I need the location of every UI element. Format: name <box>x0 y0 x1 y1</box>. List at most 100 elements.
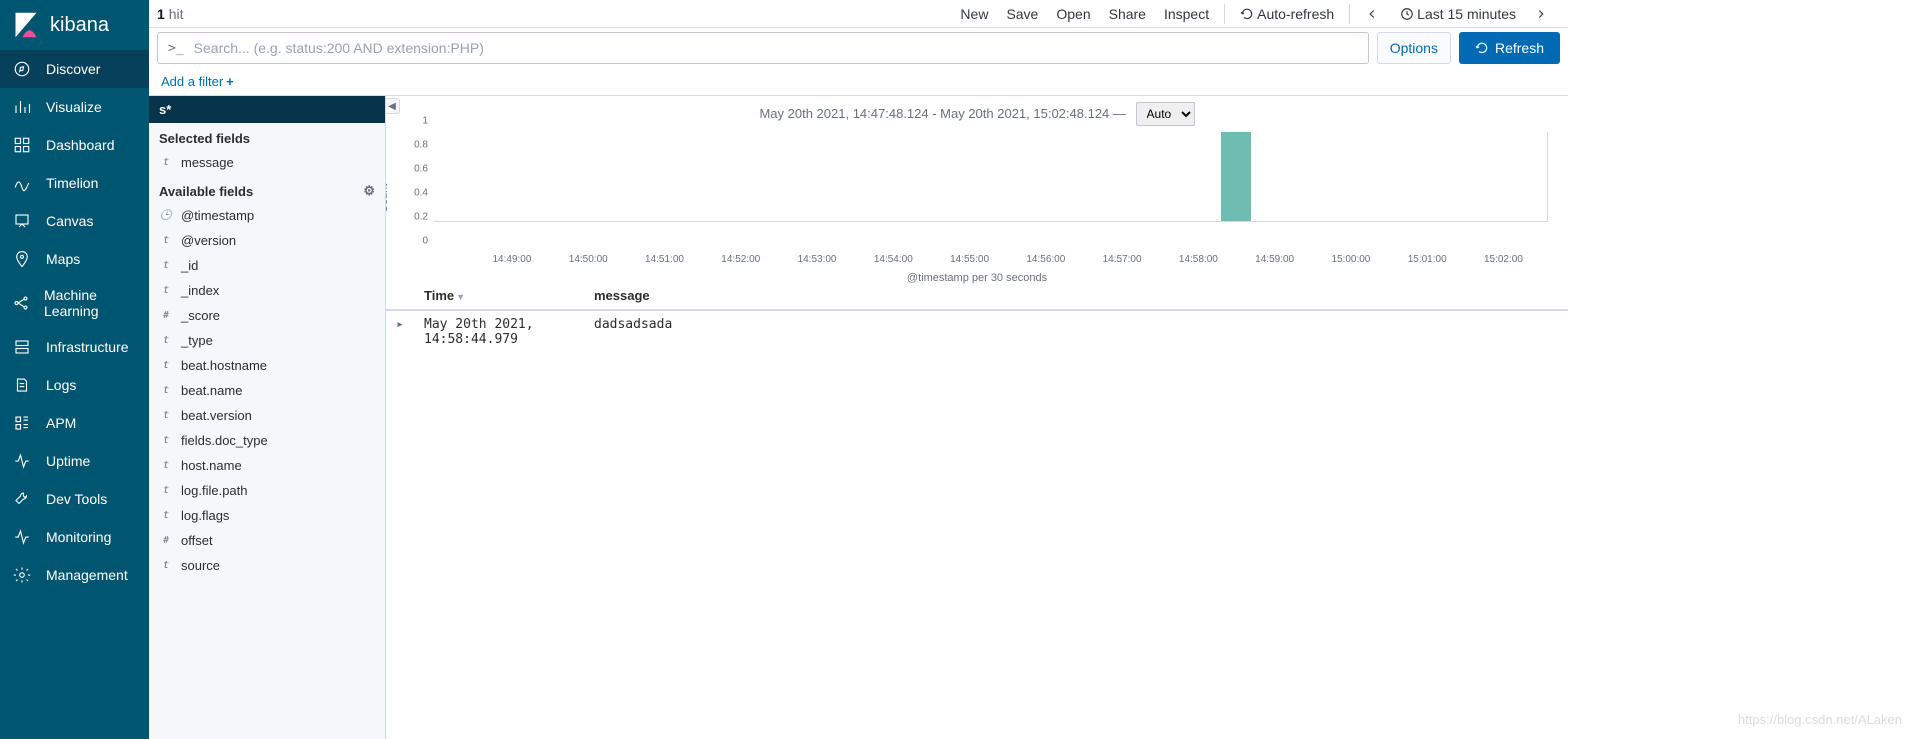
field-name: beat.version <box>181 408 252 423</box>
filter-bar: Add a filter+ <box>149 68 1568 96</box>
field-item[interactable]: tbeat.name <box>149 378 385 403</box>
field-item[interactable]: # offset <box>149 528 385 553</box>
auto-refresh-button[interactable]: Auto-refresh <box>1231 6 1343 22</box>
sidebar-item-ml[interactable]: Machine Learning <box>0 278 149 328</box>
kibana-logo[interactable]: kibana <box>0 0 149 50</box>
gear-icon[interactable]: ⚙ <box>363 183 375 199</box>
save-button[interactable]: Save <box>997 6 1047 22</box>
interval-select[interactable]: Auto <box>1136 102 1195 126</box>
sidebar-item-label: Machine Learning <box>44 287 137 319</box>
options-button[interactable]: Options <box>1377 32 1451 64</box>
refresh-icon <box>1475 41 1489 55</box>
field-item[interactable]: tfields.doc_type <box>149 428 385 453</box>
field-name: log.flags <box>181 508 229 523</box>
field-item[interactable]: #_score <box>149 303 385 328</box>
field-name: @version <box>181 233 236 248</box>
x-tick: 14:56:00 <box>1026 254 1065 265</box>
field-type-icon: t <box>159 459 173 473</box>
x-tick: 14:52:00 <box>721 254 760 265</box>
chart-bar[interactable] <box>1221 132 1251 221</box>
sidebar-item-uptime[interactable]: Uptime <box>0 442 149 480</box>
logs-icon <box>12 375 32 395</box>
x-tick: 14:53:00 <box>798 254 837 265</box>
time-prev-button[interactable] <box>1356 6 1391 22</box>
clock-icon <box>1400 7 1414 21</box>
sidebar-item-visualize[interactable]: Visualize <box>0 88 149 126</box>
x-tick: 15:00:00 <box>1331 254 1370 265</box>
sidebar-item-devtools[interactable]: Dev Tools <box>0 480 149 518</box>
sidebar-item-label: APM <box>46 415 76 431</box>
search-bar[interactable]: >_ <box>157 32 1369 64</box>
sidebar-item-logs[interactable]: Logs <box>0 366 149 404</box>
index-pattern-selector[interactable]: s* <box>149 96 385 123</box>
column-time[interactable]: Time▼ <box>414 282 584 310</box>
field-name: log.file.path <box>181 483 248 498</box>
devtools-icon <box>12 489 32 509</box>
field-type-icon: t <box>159 409 173 423</box>
apm-icon <box>12 413 32 433</box>
field-name: @timestamp <box>181 208 254 223</box>
time-range-button[interactable]: Last 15 minutes <box>1391 6 1525 22</box>
field-item[interactable]: tlog.flags <box>149 503 385 528</box>
field-name: offset <box>181 533 213 548</box>
chevron-right-icon <box>1534 7 1548 21</box>
search-input[interactable] <box>194 40 1368 56</box>
field-item[interactable]: 🕒 @timestamp <box>149 203 385 228</box>
field-item[interactable]: t @version <box>149 228 385 253</box>
y-tick: 0.2 <box>414 212 428 223</box>
open-button[interactable]: Open <box>1047 6 1099 22</box>
x-tick: 14:49:00 <box>493 254 532 265</box>
chevron-left-icon <box>1365 7 1379 21</box>
field-item[interactable]: tlog.file.path <box>149 478 385 503</box>
collapse-fields-button[interactable]: ◀ <box>386 98 400 114</box>
time-next-button[interactable] <box>1525 6 1560 22</box>
field-item[interactable]: tsource <box>149 553 385 578</box>
y-tick: 0.6 <box>414 164 428 175</box>
sidebar-item-discover[interactable]: Discover <box>0 50 149 88</box>
sidebar-item-infrastructure[interactable]: Infrastructure <box>0 328 149 366</box>
management-icon <box>12 565 32 585</box>
field-item[interactable]: t_index <box>149 278 385 303</box>
sidebar-item-maps[interactable]: Maps <box>0 240 149 278</box>
share-button[interactable]: Share <box>1100 6 1155 22</box>
field-item[interactable]: t beat.version <box>149 403 385 428</box>
field-item[interactable]: t_type <box>149 328 385 353</box>
expand-row-button[interactable]: ▸ <box>386 310 414 353</box>
field-item[interactable]: tbeat.hostname <box>149 353 385 378</box>
x-tick: 14:55:00 <box>950 254 989 265</box>
field-name: _score <box>181 308 220 323</box>
refresh-button[interactable]: Refresh <box>1459 32 1560 64</box>
sidebar-item-canvas[interactable]: Canvas <box>0 202 149 240</box>
field-type-icon: t <box>159 156 173 170</box>
field-type-icon: t <box>159 434 173 448</box>
field-type-icon: # <box>159 534 173 548</box>
add-filter-button[interactable]: Add a filter+ <box>161 74 234 89</box>
maps-icon <box>12 249 32 269</box>
x-tick: 14:51:00 <box>645 254 684 265</box>
prompt-icon: >_ <box>158 41 194 56</box>
field-item[interactable]: tmessage <box>149 150 385 175</box>
sidebar-item-label: Maps <box>46 251 80 267</box>
new-button[interactable]: New <box>951 6 997 22</box>
y-tick: 1 <box>422 116 428 127</box>
field-type-icon: t <box>159 259 173 273</box>
sidebar-item-apm[interactable]: APM <box>0 404 149 442</box>
watermark: https://blog.csdn.net/ALaken <box>1738 712 1902 727</box>
sidebar-item-dashboard[interactable]: Dashboard <box>0 126 149 164</box>
field-item[interactable]: t_id <box>149 253 385 278</box>
sidebar-item-label: Visualize <box>46 99 102 115</box>
sidebar-item-management[interactable]: Management <box>0 556 149 594</box>
sidebar-item-monitoring[interactable]: Monitoring <box>0 518 149 556</box>
histogram-chart[interactable]: Count 00.20.40.60.81 14:49:0014:50:0014:… <box>386 132 1568 282</box>
y-axis-label: Count <box>386 184 390 213</box>
x-tick: 14:54:00 <box>874 254 913 265</box>
field-type-icon: 🕒 <box>159 209 173 223</box>
y-tick: 0 <box>422 236 428 247</box>
sidebar-item-label: Monitoring <box>46 529 111 545</box>
field-type-icon: t <box>159 559 173 573</box>
inspect-button[interactable]: Inspect <box>1155 6 1218 22</box>
sidebar-item-timelion[interactable]: Timelion <box>0 164 149 202</box>
field-item[interactable]: thost.name <box>149 453 385 478</box>
column-message[interactable]: message <box>584 282 1568 310</box>
field-type-icon: t <box>159 234 173 248</box>
